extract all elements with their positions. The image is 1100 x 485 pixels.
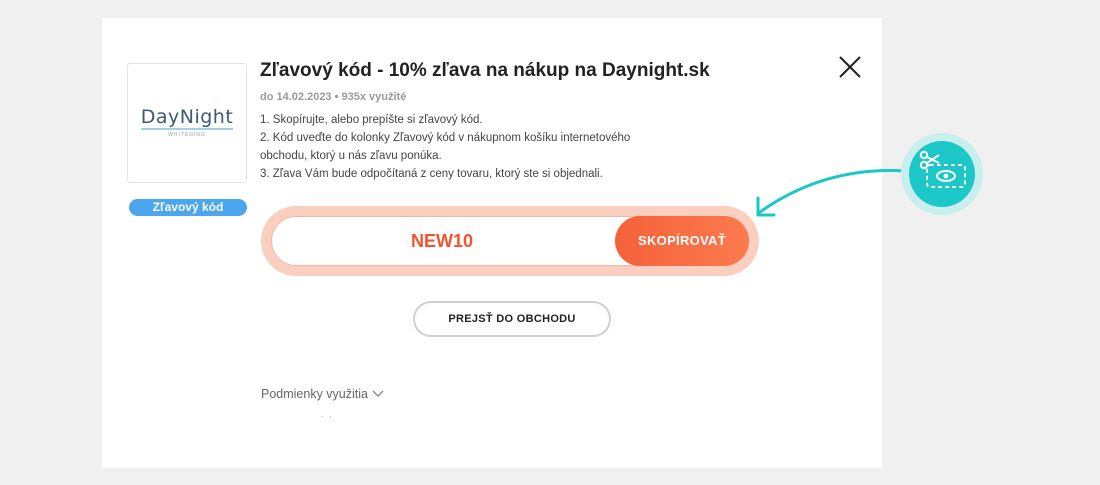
instruction-line: obchodu, ktorý u nás zľavu ponúka. (260, 150, 442, 162)
logo-subtext: WHITENING (168, 132, 206, 138)
offer-meta: do 14.02.2023 • 935x využité (260, 91, 407, 103)
logo-text: DayNight (140, 106, 234, 130)
scissors-coupon-icon (919, 150, 966, 188)
curved-arrow-icon (756, 169, 908, 217)
close-icon[interactable] (837, 54, 863, 80)
shop-logo: DayNight WHITENING (127, 63, 247, 183)
loading-dots: · · (320, 411, 333, 422)
go-to-shop-button[interactable]: PREJSŤ DO OBCHODU (413, 301, 611, 337)
instruction-line: 3. Zľava Vám bude odpočítaná z ceny tova… (260, 168, 603, 180)
terms-label: Podmienky využitia (261, 387, 368, 401)
coupon-type-badge: Zľavový kód (129, 199, 247, 216)
scissors-badge (901, 133, 983, 215)
coupon-modal: DayNight WHITENING Zľavový kód Zľavový k… (102, 18, 882, 468)
code-field[interactable]: NEW10 SKOPÍROVAŤ (271, 216, 749, 266)
code-box: NEW10 SKOPÍROVAŤ (261, 206, 759, 276)
instruction-line: 1. Skopírujte, alebo prepíšte si zľavový… (260, 114, 483, 126)
offer-title: Zľavový kód - 10% zľava na nákup na Dayn… (260, 60, 710, 81)
chevron-down-icon (372, 390, 384, 397)
offer-instructions: 1. Skopírujte, alebo prepíšte si zľavový… (260, 111, 730, 183)
coupon-code[interactable]: NEW10 (272, 217, 612, 265)
copy-button[interactable]: SKOPÍROVAŤ (615, 216, 749, 266)
terms-toggle[interactable]: Podmienky využitia (261, 387, 384, 401)
instruction-line: 2. Kód uveďte do kolonky Zľavový kód v n… (260, 132, 631, 144)
